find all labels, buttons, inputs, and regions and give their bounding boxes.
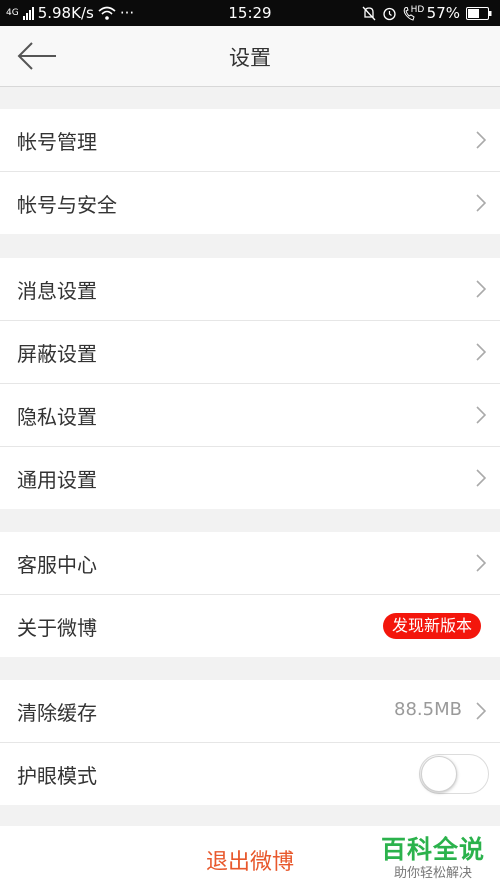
mute-bell-icon — [362, 6, 376, 20]
network-type-indicator: 4G — [6, 7, 19, 18]
battery-icon — [466, 6, 492, 20]
message-settings-item[interactable]: 消息设置 — [0, 258, 500, 321]
title-bar: 设置 — [0, 26, 500, 87]
item-label: 帐号与安全 — [17, 193, 117, 217]
general-settings-item[interactable]: 通用设置 — [0, 447, 500, 509]
item-label: 帐号管理 — [17, 130, 97, 154]
block-settings-item[interactable]: 屏蔽设置 — [0, 321, 500, 384]
about-weibo-item[interactable]: 关于微博 发现新版本 — [0, 595, 500, 657]
more-indicator: ··· — [119, 4, 135, 22]
account-management-item[interactable]: 帐号管理 — [0, 109, 500, 172]
chevron-right-icon — [476, 194, 486, 212]
watermark-title: 百科全说 — [380, 835, 485, 864]
wifi-icon — [98, 6, 116, 20]
item-label: 客服中心 — [17, 553, 97, 577]
status-left: 4G 5.98K/s ··· — [6, 4, 134, 22]
new-version-badge: 发现新版本 — [382, 613, 481, 639]
settings-group-account: 帐号管理 帐号与安全 — [0, 109, 500, 234]
chevron-right-icon — [476, 469, 486, 487]
eye-protection-item: 护眼模式 — [0, 743, 500, 805]
watermark-logo: 百科全说 助你轻松解决 — [374, 828, 492, 886]
chevron-right-icon — [476, 343, 486, 361]
status-right: HD 57% — [362, 4, 492, 22]
settings-group-storage: 清除缓存 88.5MB 护眼模式 — [0, 680, 500, 805]
item-label: 清除缓存 — [17, 701, 97, 725]
privacy-settings-item[interactable]: 隐私设置 — [0, 384, 500, 447]
item-label: 关于微博 — [17, 616, 97, 640]
battery-percent: 57% — [426, 4, 460, 22]
item-label: 隐私设置 — [17, 405, 97, 429]
item-label: 护眼模式 — [17, 764, 97, 788]
eye-protection-toggle[interactable] — [419, 754, 489, 794]
clear-cache-item[interactable]: 清除缓存 88.5MB — [0, 680, 500, 743]
settings-group-about: 客服中心 关于微博 发现新版本 — [0, 532, 500, 657]
item-label: 通用设置 — [17, 468, 97, 492]
cache-size-value: 88.5MB — [394, 699, 462, 720]
toggle-knob — [421, 756, 457, 792]
chevron-right-icon — [476, 702, 486, 720]
hd-label: HD — [410, 4, 425, 15]
chevron-right-icon — [476, 406, 486, 424]
signal-icon — [22, 6, 34, 20]
item-label: 消息设置 — [17, 279, 97, 303]
chevron-right-icon — [476, 280, 486, 298]
status-bar: 4G 5.98K/s ··· 15:29 HD 57% — [0, 0, 500, 26]
chevron-right-icon — [476, 131, 486, 149]
watermark-subtitle: 助你轻松解决 — [393, 866, 472, 881]
settings-group-general: 消息设置 屏蔽设置 隐私设置 通用设置 — [0, 258, 500, 509]
hd-call-icon: HD — [403, 5, 424, 21]
customer-service-item[interactable]: 客服中心 — [0, 532, 500, 595]
network-speed: 5.98K/s — [37, 4, 94, 22]
page-title: 设置 — [229, 46, 271, 70]
alarm-icon — [383, 7, 396, 20]
account-security-item[interactable]: 帐号与安全 — [0, 172, 500, 234]
chevron-right-icon — [476, 554, 486, 572]
item-label: 屏蔽设置 — [17, 342, 97, 366]
